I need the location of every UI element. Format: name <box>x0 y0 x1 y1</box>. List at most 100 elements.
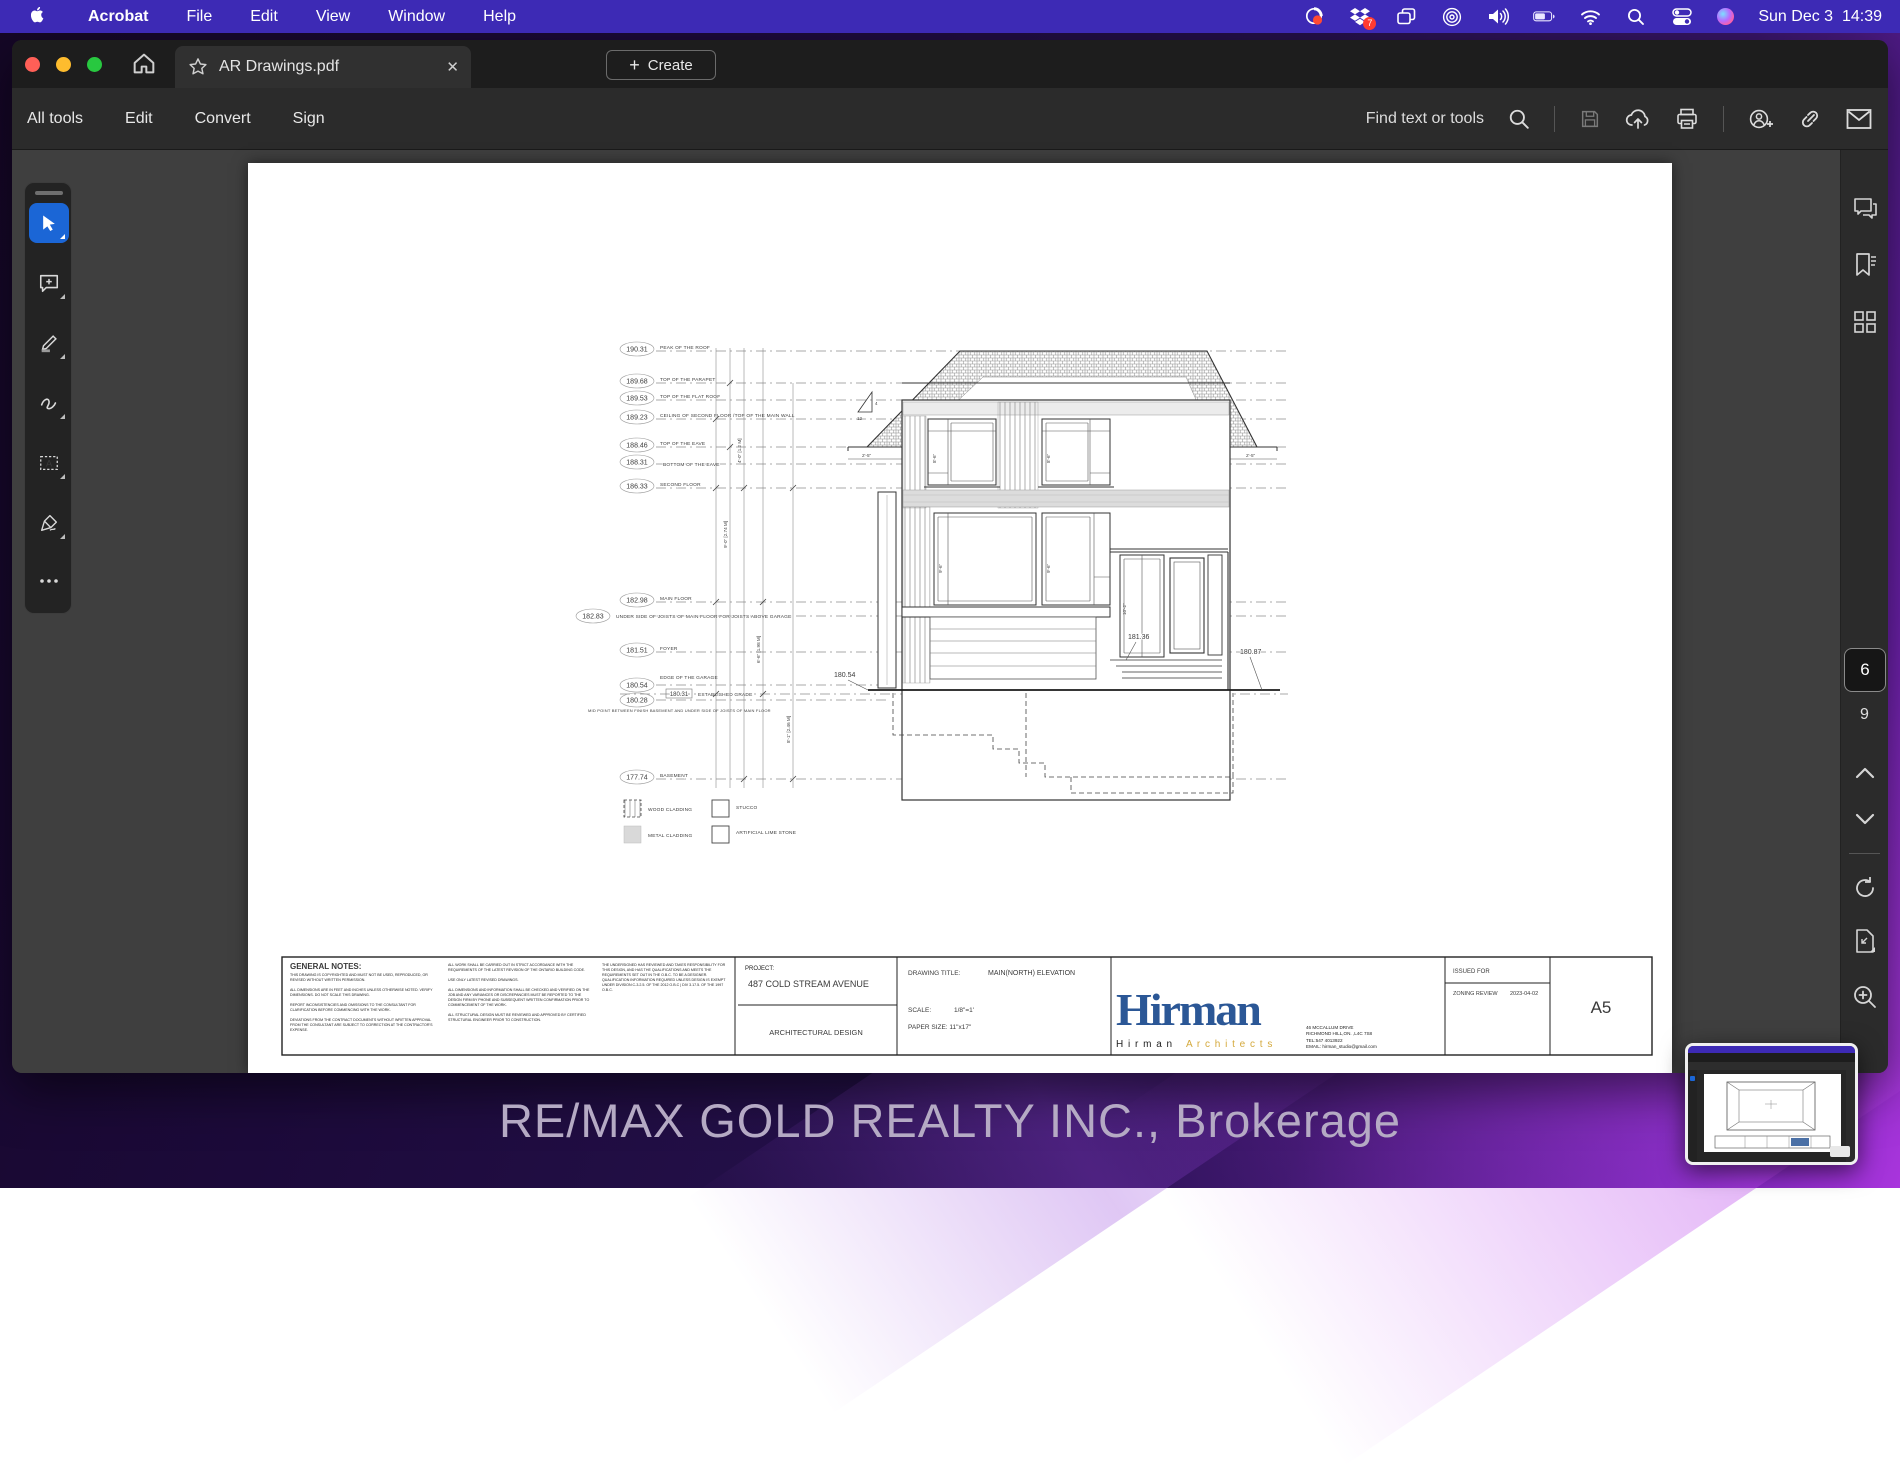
create-button[interactable]: + Create <box>606 50 716 80</box>
svg-text:BOTTOM OF THE EAVE: BOTTOM OF THE EAVE <box>663 462 720 468</box>
menu-edit[interactable]: Edit <box>250 8 278 26</box>
svg-text:12: 12 <box>857 416 863 421</box>
svg-text:190.31: 190.31 <box>626 347 648 354</box>
apple-menu-icon[interactable] <box>28 7 50 26</box>
siri-icon[interactable] <box>1717 8 1735 25</box>
macos-menu-bar: Acrobat File Edit View Window Help 7 Sun… <box>0 0 1900 33</box>
elevation-drawing: 190.31 PEAK OF THE ROOF 189.68 TOP OF THE … <box>281 341 1653 1056</box>
menu-file[interactable]: File <box>186 8 212 26</box>
nav-edit[interactable]: Edit <box>125 110 153 128</box>
svg-text:SECOND FLOOR: SECOND FLOOR <box>660 482 701 488</box>
svg-text:DRAWING TITLE:: DRAWING TITLE: <box>908 970 961 977</box>
svg-text:188.31: 188.31 <box>626 460 648 467</box>
svg-text:181.51: 181.51 <box>626 648 648 655</box>
close-tab-icon[interactable]: ✕ <box>446 58 459 76</box>
menu-view[interactable]: View <box>316 8 350 26</box>
pip-zoom-control <box>1830 1146 1850 1157</box>
general-notes-col2: ALL WORK SHALL BE CARRIED OUT IN STRICT … <box>448 963 590 1023</box>
upload-cloud-icon[interactable] <box>1625 107 1651 131</box>
minimize-window-button[interactable] <box>56 57 71 72</box>
page-size-button[interactable] <box>1853 928 1877 959</box>
svg-text:TOP OF THE EAVE: TOP OF THE EAVE <box>660 441 705 447</box>
svg-text:2023-04-02: 2023-04-02 <box>1510 991 1538 997</box>
menubar-app-name[interactable]: Acrobat <box>88 8 148 26</box>
search-icon[interactable] <box>1508 108 1530 130</box>
svg-text:H i r m a n: H i r m a n <box>1116 1039 1173 1050</box>
hirman-logo: Hirman <box>1116 984 1261 1035</box>
house-elevation: 2'-5" 2'-5" 4 12 8'-6" 8'-6" 9'-6" 9'-6"… <box>833 350 1280 801</box>
more-tools-button[interactable] <box>29 561 69 601</box>
comments-panel-icon[interactable] <box>1852 196 1878 225</box>
email-icon[interactable] <box>1846 108 1872 130</box>
svg-text:ESTABLISHED GRADE: ESTABLISHED GRADE <box>698 692 753 698</box>
svg-text:9'-6": 9'-6" <box>938 563 943 573</box>
svg-text:ZONING REVIEW: ZONING REVIEW <box>1453 991 1498 997</box>
plus-icon: + <box>629 54 640 75</box>
right-sidebar: 6 9 <box>1840 150 1888 1073</box>
save-icon[interactable] <box>1579 108 1601 130</box>
pdf-page[interactable]: 190.31 PEAK OF THE ROOF 189.68 TOP OF THE … <box>248 163 1672 1073</box>
svg-text:MAIN FLOOR: MAIN FLOOR <box>660 596 692 602</box>
svg-text:STUCCO: STUCCO <box>736 805 758 811</box>
svg-text:ARTIFICIAL LIME STONE: ARTIFICIAL LIME STONE <box>736 830 796 836</box>
architect-address: 46 MCCALLUM DRIVE RICHMOND HILL,ON. ,L4C… <box>1306 1025 1377 1050</box>
pip-roof-plan <box>1714 1081 1831 1149</box>
spotlight-icon[interactable] <box>1625 8 1647 26</box>
battery-icon[interactable] <box>1533 8 1555 26</box>
svg-text:UNDER SIDE OF JOISTS OF MAIN F: UNDER SIDE OF JOISTS OF MAIN FLOOR FOR J… <box>616 614 792 620</box>
add-comment-tool[interactable] <box>29 263 69 303</box>
svg-text:FOYER: FOYER <box>660 646 678 652</box>
windows-copy-icon[interactable] <box>1395 8 1417 26</box>
svg-text:9'-6": 9'-6" <box>1046 563 1051 573</box>
page-thumbnails-icon[interactable] <box>1853 310 1877 339</box>
select-tool[interactable] <box>29 203 69 243</box>
fill-sign-tool[interactable] <box>29 503 69 543</box>
svg-text:MAIN(NORTH) ELEVATION: MAIN(NORTH) ELEVATION <box>988 970 1075 977</box>
next-page-button[interactable] <box>1854 812 1876 831</box>
zoom-window-button[interactable] <box>87 57 102 72</box>
menubar-clock[interactable]: Sun Dec 3 14:39 <box>1758 8 1882 26</box>
draw-tool[interactable] <box>29 383 69 423</box>
nav-convert[interactable]: Convert <box>195 110 251 128</box>
svg-text:TOP OF THE PARAPET: TOP OF THE PARAPET <box>660 377 716 383</box>
dropbox-badge: 7 <box>1363 16 1377 30</box>
add-text-box-tool[interactable]: A <box>29 443 69 483</box>
document-viewport: 190.31 PEAK OF THE ROOF 189.68 TOP OF THE … <box>12 150 1888 1073</box>
current-page-input[interactable]: 6 <box>1844 648 1886 692</box>
svg-text:CEILING OF SECOND FLOOR /TOP O: CEILING OF SECOND FLOOR /TOP OF THE MAIN… <box>660 413 795 419</box>
previous-page-button[interactable] <box>1854 766 1876 785</box>
svg-text:182.98: 182.98 <box>626 598 648 605</box>
home-icon[interactable] <box>130 50 158 78</box>
pip-menubar <box>1688 1046 1855 1053</box>
svg-text:EDGE OF THE GARAGE: EDGE OF THE GARAGE <box>660 675 718 681</box>
pip-preview-window[interactable] <box>1685 1043 1858 1165</box>
bookmarks-panel-icon[interactable] <box>1852 252 1878 283</box>
highlight-tool[interactable] <box>29 323 69 363</box>
print-icon[interactable] <box>1675 107 1699 131</box>
document-tab[interactable]: AR Drawings.pdf ✕ <box>175 46 471 88</box>
dropbox-icon[interactable]: 7 <box>1349 7 1377 30</box>
panel-drag-handle[interactable] <box>35 191 63 195</box>
menu-help[interactable]: Help <box>483 8 516 26</box>
svg-text:6'-6" [1.98 M]: 6'-6" [1.98 M] <box>756 636 761 663</box>
nav-all-tools[interactable]: All tools <box>27 110 83 128</box>
request-signature-icon[interactable] <box>1748 107 1774 131</box>
screen-record-icon[interactable] <box>1303 7 1325 26</box>
menu-window[interactable]: Window <box>388 8 445 26</box>
wifi-icon[interactable] <box>1579 8 1601 26</box>
svg-text:A: A <box>46 459 53 469</box>
tab-title: AR Drawings.pdf <box>219 58 340 75</box>
airplay-icon[interactable] <box>1441 7 1463 26</box>
find-text-label[interactable]: Find text or tools <box>1366 110 1484 128</box>
acrobat-toolbar: All tools Edit Convert Sign Find text or… <box>12 88 1888 150</box>
rotate-page-button[interactable] <box>1852 875 1878 906</box>
link-icon[interactable] <box>1798 107 1822 131</box>
star-icon[interactable] <box>187 56 209 78</box>
zoom-in-button[interactable] <box>1852 984 1878 1015</box>
nav-sign[interactable]: Sign <box>293 110 325 128</box>
control-center-icon[interactable] <box>1671 7 1693 26</box>
svg-text:BASEMENT: BASEMENT <box>660 773 688 779</box>
volume-icon[interactable] <box>1487 8 1509 26</box>
svg-text:186.33: 186.33 <box>626 484 648 491</box>
close-window-button[interactable] <box>25 57 40 72</box>
